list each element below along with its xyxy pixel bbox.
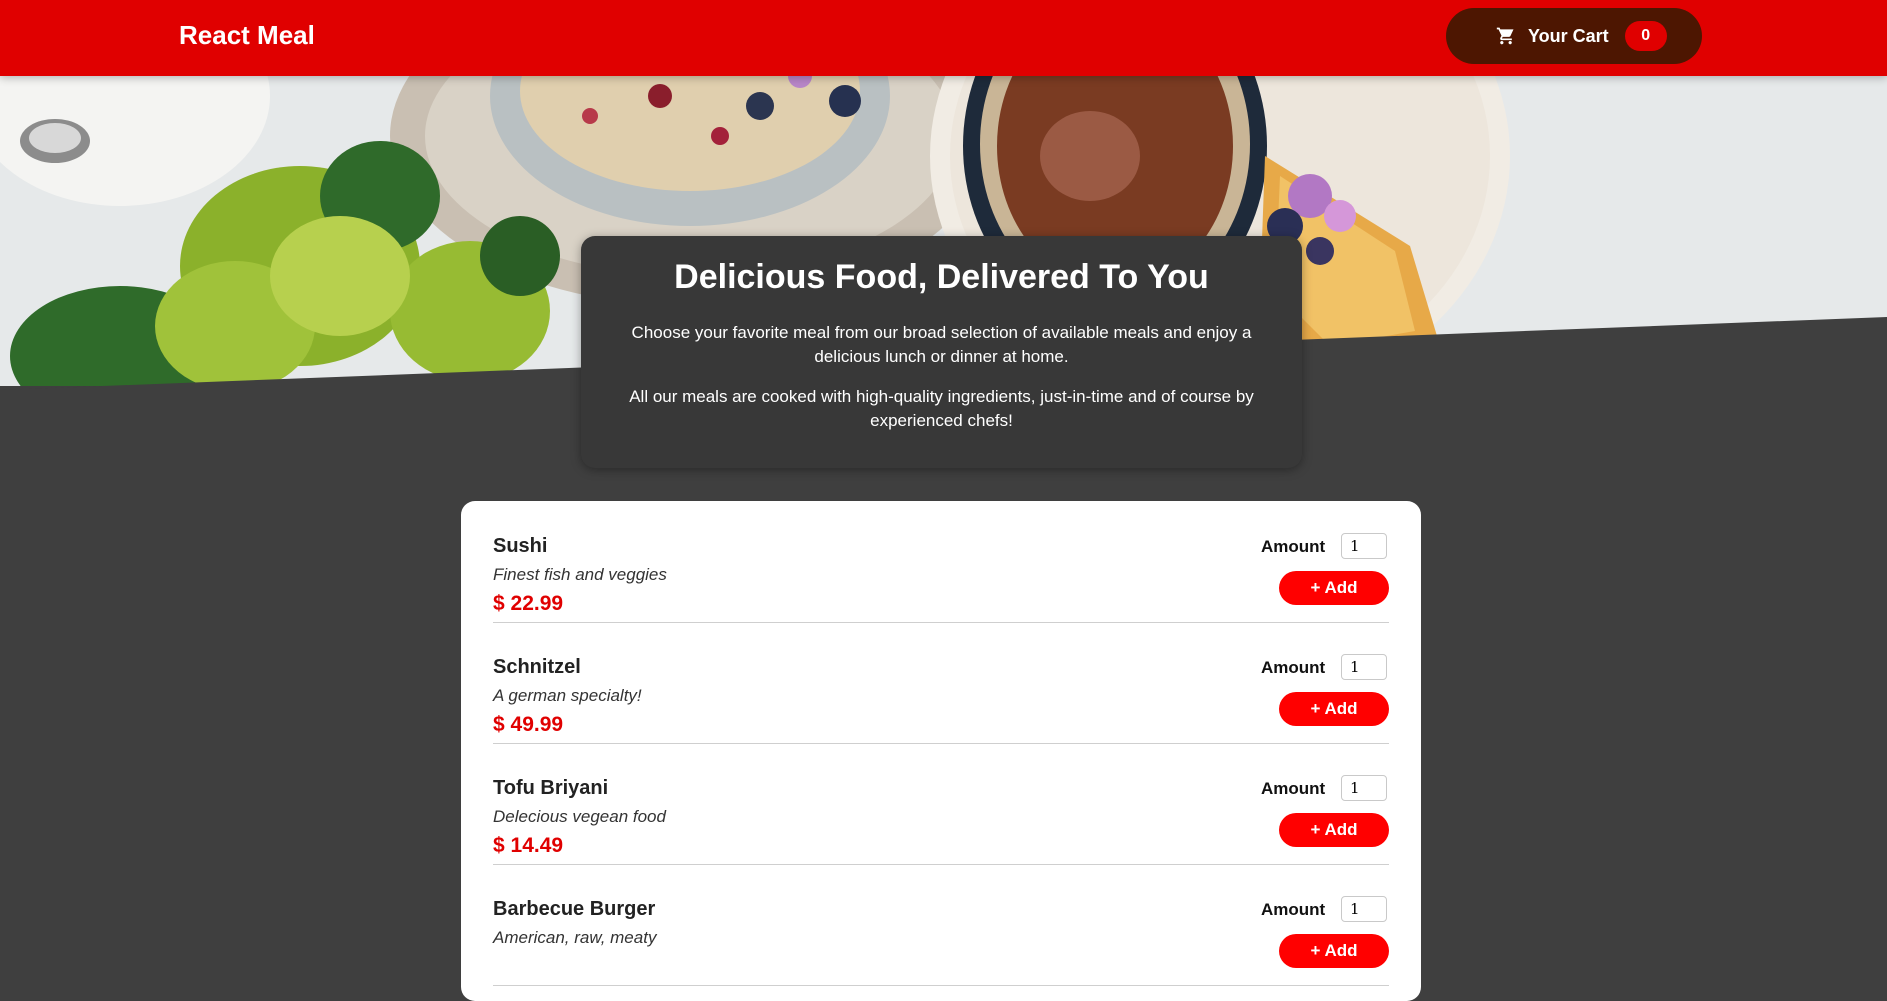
meal-name: Tofu Briyani	[493, 777, 609, 799]
meal-price: $ 22.99	[493, 592, 564, 615]
add-button[interactable]: + Add	[1279, 571, 1389, 605]
meal-name: Schnitzel	[493, 656, 581, 678]
summary-paragraph: Choose your favorite meal from our broad…	[631, 323, 1252, 366]
amount-input[interactable]	[1341, 896, 1387, 922]
meal-item: Schnitzel A german specialty! $ 49.99 Am…	[493, 622, 1389, 744]
add-button[interactable]: + Add	[1279, 692, 1389, 726]
cart-count-badge: 0	[1624, 21, 1667, 51]
amount-label: Amount	[1261, 658, 1326, 677]
meal-description: Delecious vegean food	[493, 807, 666, 826]
amount-input[interactable]	[1341, 533, 1387, 559]
amount-label: Amount	[1261, 900, 1326, 919]
meal-name: Sushi	[493, 535, 548, 557]
cart-label: Your Cart	[1528, 25, 1609, 46]
meals-list: Sushi Finest fish and veggies $ 22.99 Am…	[461, 501, 1421, 1001]
brand-title: React Meal	[179, 20, 315, 50]
meal-name: Barbecue Burger	[493, 898, 656, 920]
add-button[interactable]: + Add	[1279, 813, 1389, 847]
meal-description: Finest fish and veggies	[493, 565, 667, 584]
amount-label: Amount	[1261, 537, 1326, 556]
meal-price: $ 14.49	[493, 834, 564, 857]
amount-input[interactable]	[1341, 775, 1387, 801]
meal-item: Tofu Briyani Delecious vegean food $ 14.…	[493, 743, 1389, 865]
cart-button[interactable]: Your Cart 0	[1446, 8, 1702, 64]
meal-price: $ 49.99	[493, 713, 564, 736]
add-button[interactable]: + Add	[1279, 934, 1389, 968]
summary-paragraph: All our meals are cooked with high-quali…	[629, 387, 1254, 430]
meal-item: Sushi Finest fish and veggies $ 22.99 Am…	[493, 501, 1389, 623]
summary-title: Delicious Food, Delivered To You	[674, 258, 1209, 296]
cart-icon	[1496, 27, 1514, 45]
amount-label: Amount	[1261, 779, 1326, 798]
meal-description: American, raw, meaty	[493, 928, 657, 947]
meal-description: A german specialty!	[493, 686, 642, 705]
app-header: React Meal Your Cart 0	[0, 0, 1887, 76]
amount-input[interactable]	[1341, 654, 1387, 680]
meal-item: Barbecue Burger American, raw, meaty Amo…	[493, 864, 1389, 986]
summary-card: Delicious Food, Delivered To You Choose …	[581, 236, 1302, 468]
